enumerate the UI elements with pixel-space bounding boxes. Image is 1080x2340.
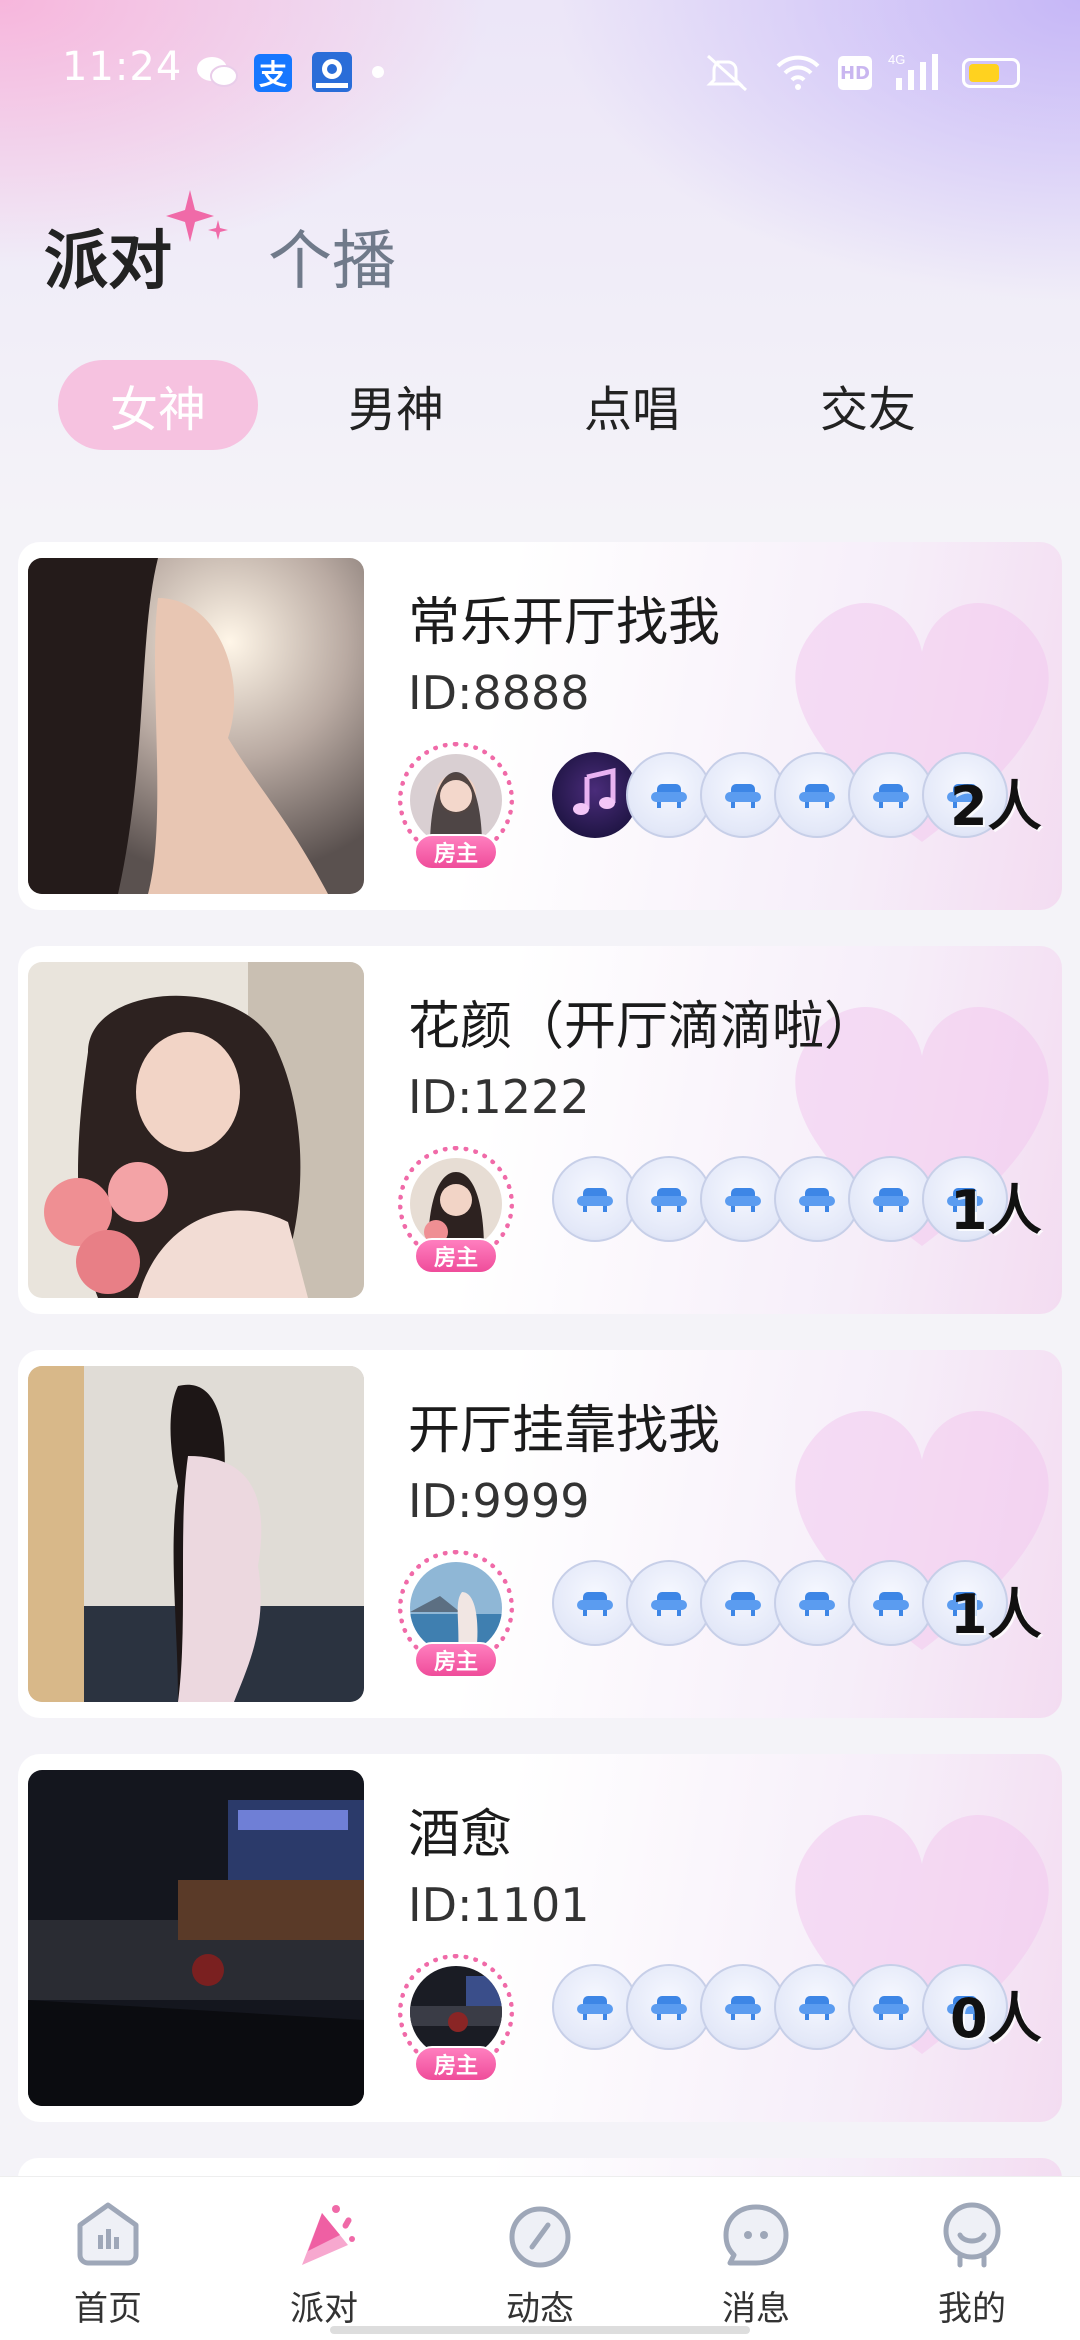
room-id: ID:1222 [408, 1070, 590, 1124]
category-tabs: 女神 男神 点唱 交友 [0, 360, 1080, 450]
seat-row: 1人 [552, 1156, 1042, 1242]
nav-feed[interactable]: 动态 [432, 2177, 648, 2340]
tab-solo-label: 个播 [268, 225, 396, 299]
sofa-icon [873, 1592, 909, 1616]
seat-row: 2人 [552, 752, 1042, 838]
host-badge: 房主 [414, 2046, 498, 2082]
nav-messages[interactable]: 消息 [648, 2177, 864, 2340]
tab-party[interactable]: 派对 [44, 210, 199, 302]
host-avatar-image [410, 1562, 502, 1654]
feed-icon [509, 2206, 571, 2268]
battery-fill [969, 64, 999, 82]
member-count: 0人 [950, 1987, 1042, 2050]
profile-icon [943, 2202, 1001, 2268]
sofa-icon [651, 1996, 687, 2020]
room-title: 花颜（开厅滴滴啦） [408, 997, 877, 1057]
room-title: 酒愈 [408, 1805, 513, 1865]
status-time: 11:24 [62, 44, 183, 90]
category-tab-song-request[interactable]: 点唱 [532, 360, 732, 450]
room-card[interactable]: 酒愈 ID:1101 房主 0人 [18, 1754, 1062, 2122]
sofa-icon [725, 1996, 761, 2020]
sofa-icon [799, 784, 835, 808]
status-bar: 11:24 支 HD 4G [0, 0, 1080, 140]
seat-row: 0人 [552, 1964, 1042, 2050]
room-card[interactable]: 常乐开厅找我 ID:8888 房主 2人 [18, 542, 1062, 910]
tab-solo[interactable]: 个播 [268, 210, 396, 302]
room-card[interactable]: 开厅挂靠找我 ID:9999 房主 1人 [18, 1350, 1062, 1718]
network-label: 4G [888, 52, 905, 67]
category-tab-make-friends[interactable]: 交友 [768, 360, 968, 450]
nav-feed-label: 动态 [506, 2289, 574, 2329]
nav-messages-label: 消息 [722, 2289, 790, 2329]
notification-dot-icon [372, 66, 384, 78]
member-count: 1人 [950, 1179, 1042, 1242]
alipay-icon: 支 [254, 54, 292, 92]
nav-profile-label: 我的 [938, 2289, 1006, 2329]
bottom-nav: 首页 派对 动态 消息 我的 [0, 2176, 1080, 2340]
room-cover-image[interactable] [28, 962, 364, 1298]
sofa-icon [577, 1996, 613, 2020]
room-title: 开厅挂靠找我 [408, 1401, 721, 1461]
category-tab-god[interactable]: 男神 [296, 360, 496, 450]
member-count: 2人 [950, 775, 1042, 838]
category-tab-goddess[interactable]: 女神 [58, 360, 258, 450]
room-title: 常乐开厅找我 [408, 593, 721, 653]
sofa-icon [725, 1188, 761, 1212]
nav-party[interactable]: 派对 [216, 2177, 432, 2340]
sofa-icon [651, 784, 687, 808]
message-icon [723, 2204, 789, 2266]
party-icon [302, 2205, 355, 2265]
hd-icon: HD [838, 56, 872, 90]
battery-icon [962, 58, 1020, 88]
tab-party-label: 派对 [44, 224, 172, 299]
room-card[interactable]: 花颜（开厅滴滴啦） ID:1222 房主 1人 [18, 946, 1062, 1314]
room-cover-image[interactable] [28, 1366, 364, 1702]
sofa-icon [873, 1996, 909, 2020]
room-cover-image[interactable] [28, 1770, 364, 2106]
sofa-icon [799, 1188, 835, 1212]
sofa-icon [577, 1188, 613, 1212]
sofa-icon [725, 1592, 761, 1616]
host-avatar-image [410, 1158, 502, 1250]
room-id: ID:8888 [408, 666, 590, 720]
host-badge: 房主 [414, 1238, 498, 1274]
host-avatar-image [410, 1966, 502, 2058]
mute-icon [700, 52, 756, 92]
sofa-icon [577, 1592, 613, 1616]
sofa-icon [651, 1592, 687, 1616]
room-id: ID:1101 [408, 1878, 590, 1932]
nav-party-label: 派对 [290, 2289, 358, 2329]
member-count: 1人 [950, 1583, 1042, 1646]
wechat-icon [196, 52, 238, 92]
home-icon [77, 2202, 139, 2266]
host-avatar[interactable]: 房主 [398, 742, 514, 870]
room-id: ID:9999 [408, 1474, 590, 1528]
app-icon [312, 52, 352, 92]
seat-row: 1人 [552, 1560, 1042, 1646]
hd-label: HD [839, 62, 870, 84]
sofa-icon [873, 1188, 909, 1212]
sofa-icon [725, 784, 761, 808]
host-avatar[interactable]: 房主 [398, 1146, 514, 1274]
host-badge: 房主 [414, 834, 498, 870]
room-cover-image[interactable] [28, 558, 364, 894]
sofa-icon [651, 1188, 687, 1212]
sofa-icon [873, 784, 909, 808]
host-avatar[interactable]: 房主 [398, 1550, 514, 1678]
sofa-icon [799, 1996, 835, 2020]
host-avatar-image [410, 754, 502, 846]
wifi-icon [774, 52, 822, 92]
alipay-glyph: 支 [258, 58, 287, 91]
host-avatar[interactable]: 房主 [398, 1954, 514, 2082]
home-indicator[interactable] [330, 2326, 750, 2334]
nav-profile[interactable]: 我的 [864, 2177, 1080, 2340]
host-badge: 房主 [414, 1642, 498, 1678]
signal-icon: 4G [888, 52, 944, 92]
sofa-icon [799, 1592, 835, 1616]
nav-home-label: 首页 [74, 2289, 142, 2329]
sparkle-icon [166, 190, 228, 242]
nav-home[interactable]: 首页 [0, 2177, 216, 2340]
